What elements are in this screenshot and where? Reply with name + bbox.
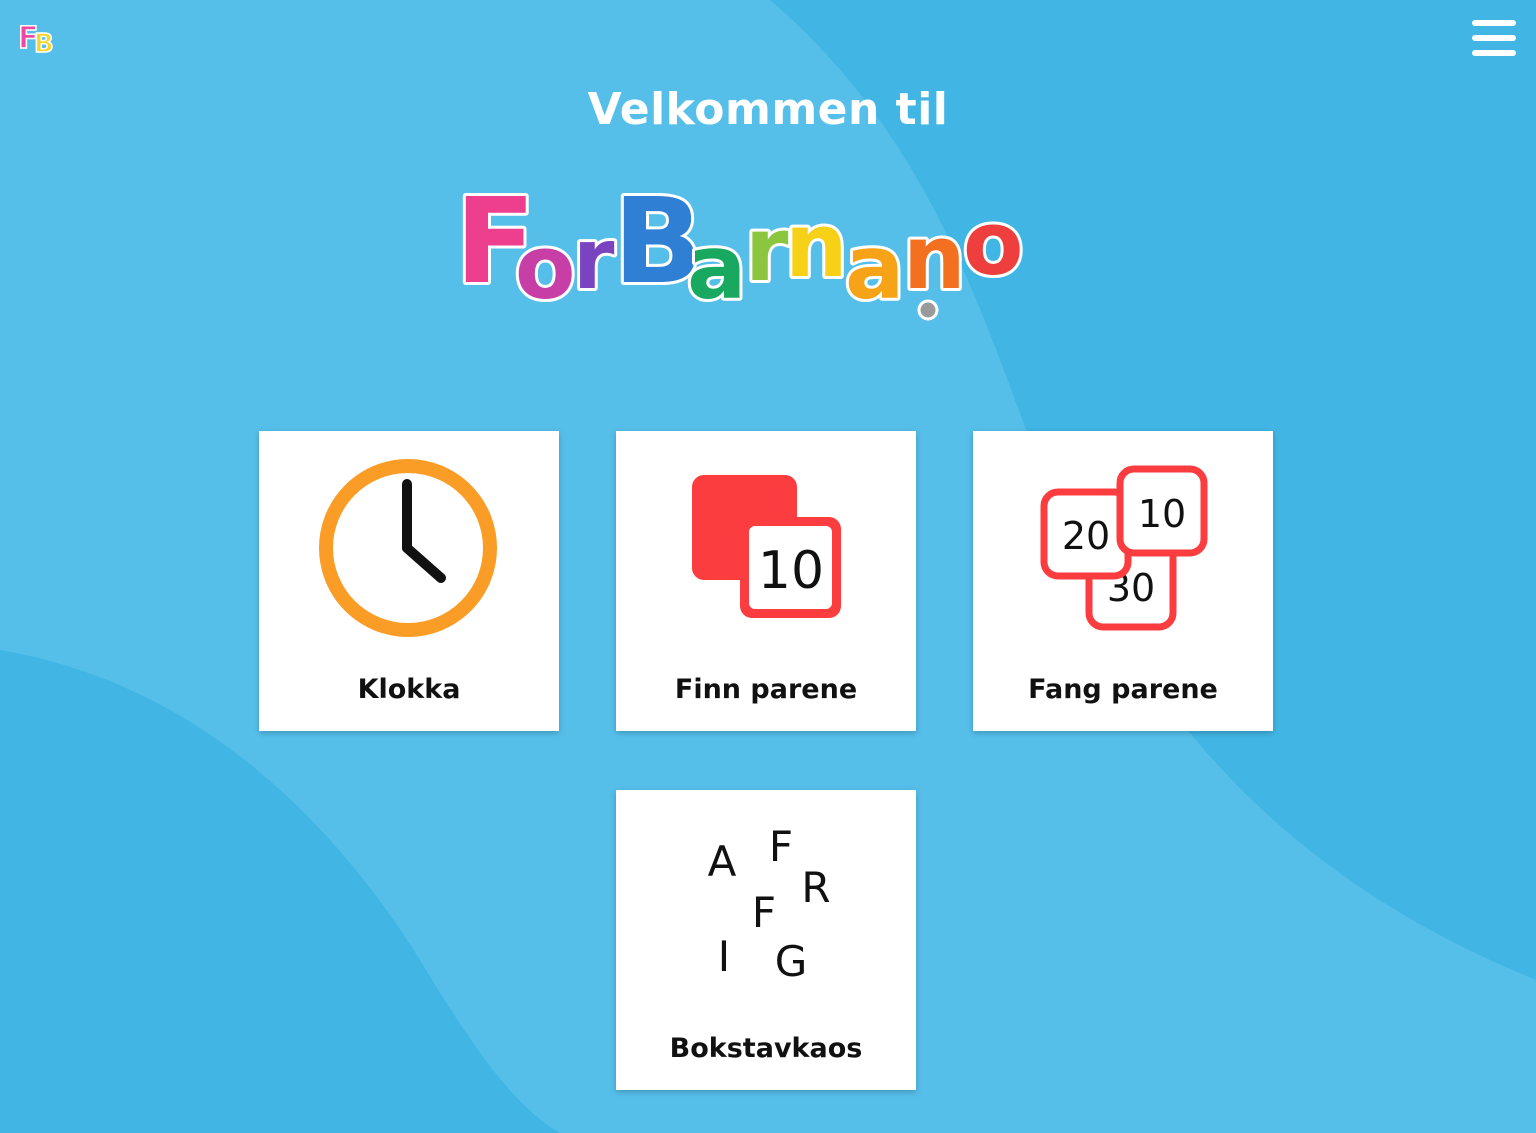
- svg-text:n: n: [903, 206, 966, 309]
- scattered-letters-icon: A F R F I G: [708, 822, 831, 986]
- letter-a: A: [708, 837, 737, 886]
- svg-text:a: a: [687, 216, 746, 319]
- svg-text:n: n: [785, 194, 848, 297]
- game-tile-klokka[interactable]: Klokka: [259, 431, 559, 731]
- letter-f: F: [752, 888, 776, 937]
- game-tile-label: Finn parene: [674, 674, 858, 705]
- svg-text:B: B: [34, 29, 54, 58]
- memory-cards-icon: 10: [692, 475, 841, 618]
- number-card-20: 20: [1062, 514, 1110, 558]
- game-tile-label: Fang parene: [1028, 674, 1218, 705]
- game-tile-finn-parene[interactable]: 10 Finn parene: [616, 431, 916, 731]
- letter-g: G: [775, 937, 808, 986]
- game-tile-label: Bokstavkaos: [669, 1033, 863, 1064]
- svg-text:a: a: [845, 216, 904, 319]
- game-tile-bokstavkaos[interactable]: A F R F I G Bokstavkaos: [616, 790, 916, 1090]
- number-card-10: 10: [1138, 492, 1186, 536]
- hamburger-menu-icon[interactable]: [1468, 16, 1522, 62]
- letter-f: F: [769, 822, 793, 871]
- svg-text:o: o: [963, 192, 1023, 295]
- svg-text:r: r: [745, 198, 789, 301]
- game-tile-label: Klokka: [357, 674, 461, 705]
- clock-icon: [319, 459, 497, 637]
- svg-text:r: r: [573, 210, 615, 308]
- welcome-title: Velkommen til: [587, 84, 949, 135]
- forbarna-brand-logo: F o r B a r n a n o: [455, 170, 1026, 322]
- letter-i: I: [718, 932, 730, 981]
- memory-card-number: 10: [758, 541, 824, 601]
- game-tile-fang-parene[interactable]: 30 20 10 Fang parene: [973, 431, 1273, 731]
- svg-text:o: o: [515, 216, 575, 319]
- number-cards-icon: 30 20 10: [1040, 465, 1208, 631]
- letter-r: R: [801, 863, 830, 912]
- forbarna-fb-icon[interactable]: F B: [14, 12, 60, 58]
